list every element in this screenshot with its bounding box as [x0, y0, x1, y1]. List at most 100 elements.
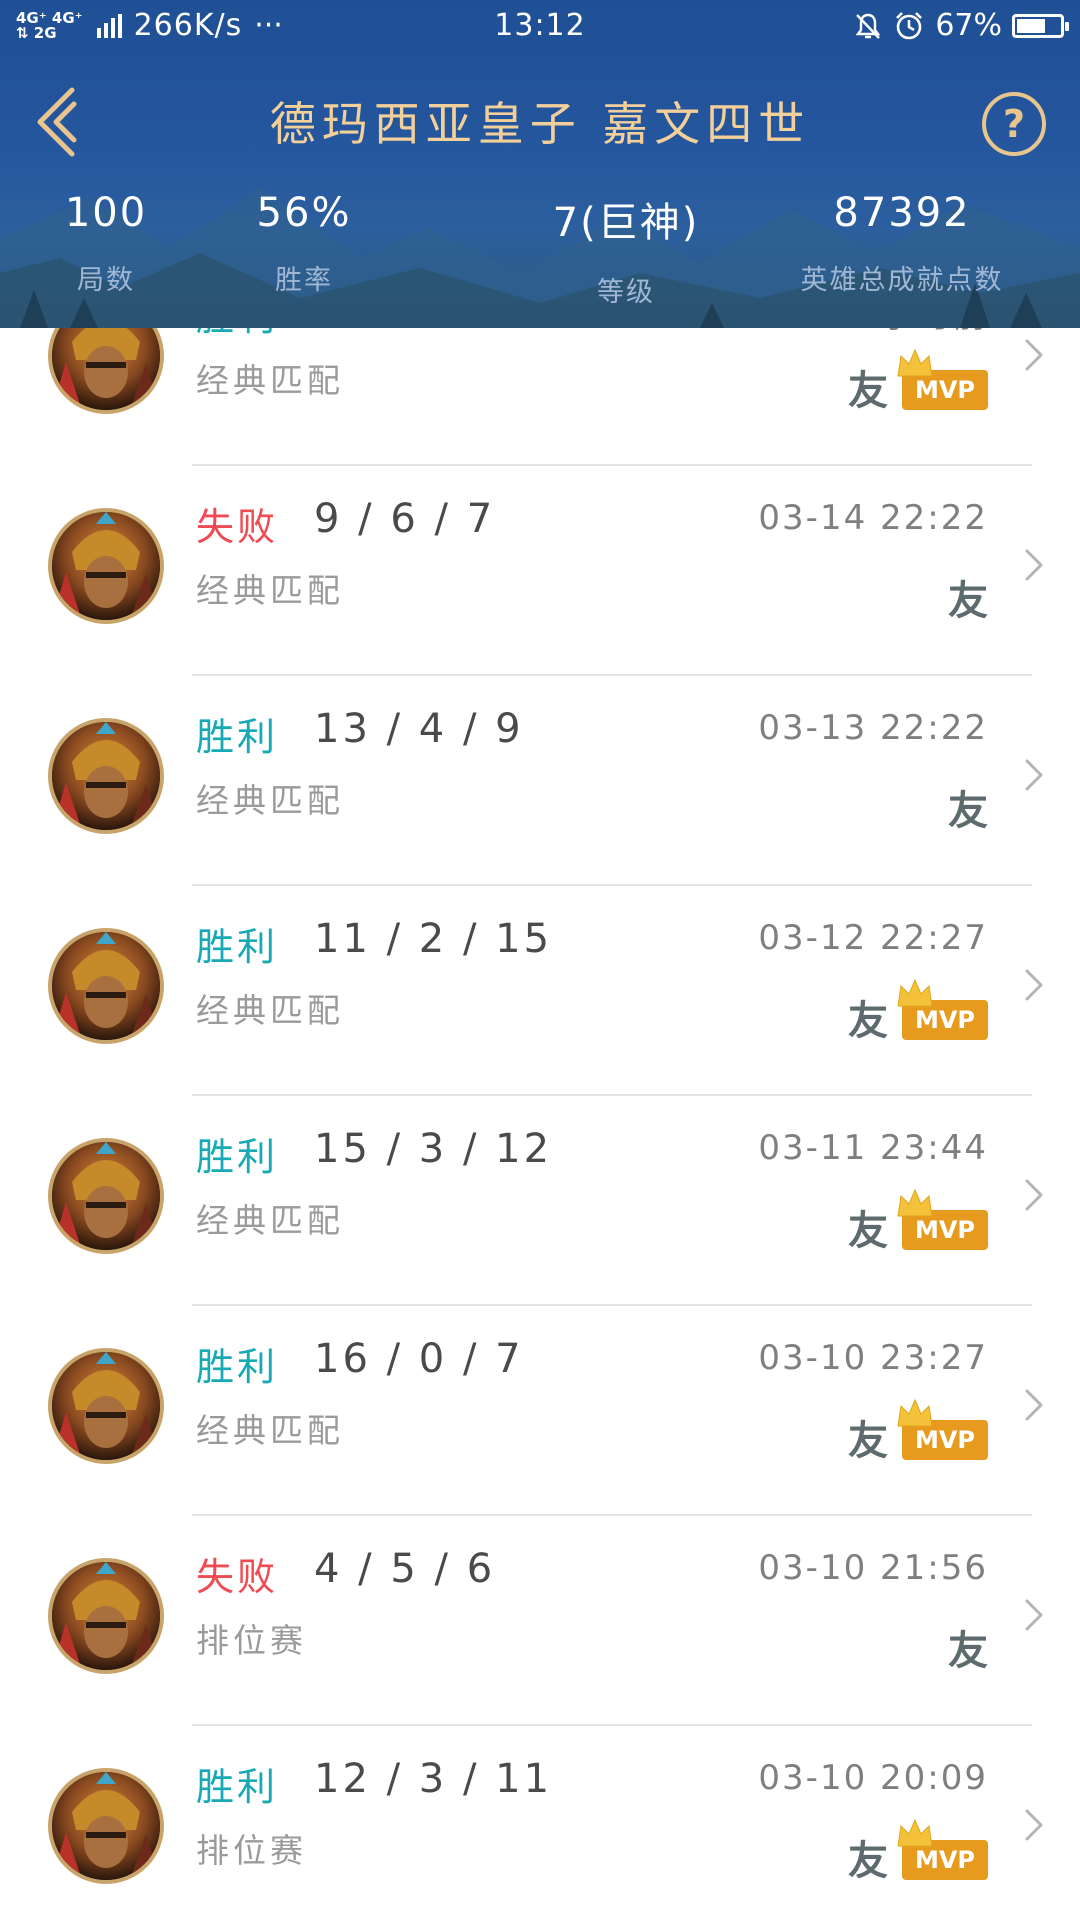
match-row[interactable]: 胜利 11 / 2 / 15 03-12 22:27 经典匹配 友 MVP: [0, 886, 1080, 1096]
match-result: 胜利: [196, 328, 278, 341]
match-row[interactable]: 胜利 12 / 3 / 11 03-10 20:09 排位赛 友 MVP: [0, 1726, 1080, 1920]
hero-avatar: [48, 1348, 164, 1464]
stat-games: 100 局数: [65, 190, 147, 297]
match-history-list[interactable]: 胜利 29 / 5 / 16 20小时前 经典匹配 友 MVP: [0, 328, 1080, 1920]
stat-label: 局数: [76, 265, 135, 296]
help-icon: ?: [1002, 102, 1026, 146]
status-right: 67%: [853, 8, 1069, 43]
match-mode: 经典匹配: [196, 991, 344, 1030]
hero-avatar: [48, 508, 164, 624]
friend-badge: 友: [848, 1418, 888, 1464]
hero-portrait-icon: [52, 512, 160, 620]
friend-badge: 友: [948, 788, 988, 834]
match-result: 胜利: [196, 1345, 279, 1389]
crown-icon: [897, 1818, 933, 1847]
match-kda: 29 / 5 / 16: [314, 328, 552, 332]
help-button[interactable]: ?: [982, 92, 1046, 156]
hero-portrait-icon: [52, 722, 160, 830]
mvp-label: MVP: [914, 1006, 976, 1034]
match-kda: 12 / 3 / 11: [314, 1756, 553, 1802]
match-row[interactable]: 胜利 29 / 5 / 16 20小时前 经典匹配 友 MVP: [0, 328, 1080, 466]
match-kda: 15 / 3 / 12: [314, 1126, 553, 1172]
hero-portrait-icon: [52, 328, 160, 410]
friend-badge: 友: [948, 578, 988, 624]
page-title: 德玛西亚皇子 嘉文四世: [269, 97, 811, 151]
match-mode: 排位赛: [196, 1621, 307, 1660]
mvp-label: MVP: [914, 376, 976, 404]
match-time: 03-12 22:27: [758, 918, 988, 958]
hero-portrait-icon: [52, 1352, 160, 1460]
match-row[interactable]: 胜利 16 / 0 / 7 03-10 23:27 经典匹配 友 MVP: [0, 1306, 1080, 1516]
hero-stats: 100 局数 56% 胜率 7(巨神) 等级 87392 英雄总成就点数: [0, 190, 1080, 310]
crown-icon: [897, 1398, 933, 1427]
match-time: 20小时前: [833, 328, 988, 337]
chevron-right-icon: [1025, 969, 1043, 1001]
stat-label: 胜率: [275, 265, 333, 296]
battery-fill: [1017, 18, 1046, 33]
chevron-right-icon: [1025, 759, 1043, 791]
match-result: 失败: [196, 1555, 279, 1599]
match-result: 胜利: [196, 1765, 279, 1809]
chevron-right-icon: [1025, 339, 1043, 371]
hero-avatar: [48, 328, 164, 414]
match-result: 失败: [196, 505, 279, 549]
mvp-label: MVP: [914, 1216, 976, 1244]
status-bar: 4G⁺ 4G⁺ ⇅ 2G 266K/s ··· 13:12 67%: [0, 0, 1080, 54]
match-mode: 经典匹配: [196, 781, 344, 820]
match-badges: 友 MVP: [848, 348, 988, 416]
match-row[interactable]: 胜利 13 / 4 / 9 03-13 22:22 经典匹配 友: [0, 676, 1080, 886]
chevron-right-icon: [1025, 1389, 1043, 1421]
hero-avatar: [48, 1768, 164, 1884]
hero-portrait-icon: [52, 932, 160, 1040]
mute-bell-icon: [855, 13, 881, 39]
stat-value: 7(巨神): [552, 200, 700, 246]
match-mode: 经典匹配: [196, 1201, 344, 1240]
stat-value: 87392: [833, 190, 971, 236]
mvp-badge: MVP: [897, 1398, 988, 1460]
match-row[interactable]: 失败 9 / 6 / 7 03-14 22:22 经典匹配 友: [0, 466, 1080, 676]
match-result: 胜利: [196, 715, 279, 759]
hero-avatar: [48, 928, 164, 1044]
match-time: 03-14 22:22: [758, 498, 988, 538]
chevron-right-icon: [1025, 549, 1043, 581]
chevron-right-icon: [1025, 1599, 1043, 1631]
match-kda: 11 / 2 / 15: [314, 916, 553, 962]
hero-portrait-icon: [52, 1772, 160, 1880]
match-badges: 友: [948, 778, 988, 836]
match-row[interactable]: 失败 4 / 5 / 6 03-10 21:56 排位赛 友: [0, 1516, 1080, 1726]
alarm-icon: [896, 11, 923, 39]
stat-label: 等级: [596, 277, 655, 308]
stat-winrate: 56% 胜率: [257, 190, 352, 297]
friend-badge: 友: [848, 1208, 888, 1254]
match-time: 03-10 23:27: [758, 1338, 988, 1378]
battery-percent: 67%: [935, 8, 1002, 43]
crown-icon: [897, 978, 933, 1007]
match-mode: 经典匹配: [196, 571, 344, 610]
stat-value: 100: [64, 190, 148, 236]
crown-icon: [897, 1188, 933, 1217]
hero-portrait-icon: [52, 1142, 160, 1250]
friend-badge: 友: [948, 1628, 988, 1674]
match-row[interactable]: 胜利 15 / 3 / 12 03-11 23:44 经典匹配 友 MVP: [0, 1096, 1080, 1306]
match-kda: 13 / 4 / 9: [314, 706, 524, 752]
mvp-badge: MVP: [897, 348, 988, 410]
hero-avatar: [48, 718, 164, 834]
stat-level: 7(巨神) 等级: [553, 190, 700, 309]
hero-header: 4G⁺ 4G⁺ ⇅ 2G 266K/s ··· 13:12 67% 德玛西亚皇子…: [0, 0, 1080, 328]
match-badges: 友 MVP: [848, 1818, 988, 1886]
mvp-label: MVP: [914, 1426, 976, 1454]
friend-badge: 友: [848, 368, 888, 414]
mvp-badge: MVP: [897, 1188, 988, 1250]
crown-icon: [897, 348, 933, 377]
mvp-badge: MVP: [897, 1818, 988, 1880]
match-time: 03-11 23:44: [758, 1128, 988, 1168]
match-kda: 16 / 0 / 7: [314, 1336, 524, 1382]
hero-avatar: [48, 1138, 164, 1254]
chevron-right-icon: [1025, 1179, 1043, 1211]
mvp-label: MVP: [914, 1846, 976, 1874]
match-badges: 友 MVP: [848, 1188, 988, 1256]
match-result: 胜利: [196, 1135, 279, 1179]
stat-label: 英雄总成就点数: [800, 265, 1004, 296]
chevron-right-icon: [1025, 1809, 1043, 1841]
match-result: 胜利: [196, 925, 279, 969]
